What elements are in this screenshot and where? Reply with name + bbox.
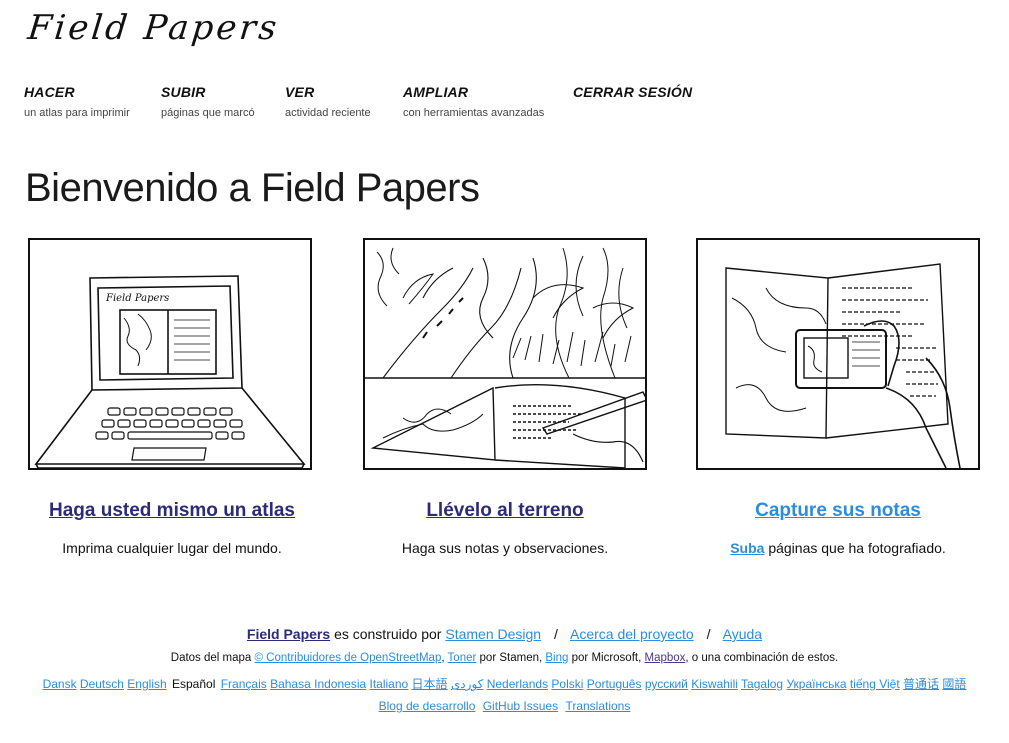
language-link[interactable]: 日本語 — [412, 677, 448, 691]
site-logo[interactable]: Field Papers — [26, 8, 281, 48]
stamen-design-link[interactable]: Stamen Design — [445, 626, 541, 642]
field-notes-illustration — [363, 238, 647, 470]
dev-blog-link[interactable]: Blog de desarrollo — [379, 699, 476, 713]
capture-notes-illustration — [696, 238, 980, 470]
take-to-field-link[interactable]: Llévelo al terreno — [345, 500, 665, 522]
nav-cerrar-sesion[interactable]: CERRAR SESIÓN — [573, 84, 692, 100]
make-atlas-link[interactable]: Haga usted mismo un atlas — [12, 500, 332, 522]
mapbox-link[interactable]: Mapbox — [645, 652, 686, 664]
footer-credits: Field Papers es construido por Stamen De… — [0, 626, 1009, 642]
footer-dev-links: Blog de desarrollo GitHub Issues Transla… — [0, 699, 1009, 713]
bing-link[interactable]: Bing — [545, 652, 568, 664]
language-link[interactable]: Français — [221, 677, 267, 691]
nav-cerrar-sesion-title: CERRAR SESIÓN — [573, 84, 693, 100]
about-link[interactable]: Acerca del proyecto — [570, 626, 694, 642]
capture-notes-desc-text: páginas que ha fotografiado. — [768, 540, 946, 556]
nav-ver-sub: actividad reciente — [285, 107, 371, 119]
footer-separator: / — [706, 626, 711, 642]
take-to-field-desc: Haga sus notas y observaciones. — [401, 540, 609, 556]
language-link[interactable]: русский — [645, 677, 688, 691]
language-link[interactable]: Italiano — [370, 677, 409, 691]
nav-hacer[interactable]: HACER un atlas para imprimir — [24, 84, 130, 119]
language-link[interactable]: Polski — [551, 677, 583, 691]
translations-link[interactable]: Translations — [565, 699, 630, 713]
language-link[interactable]: Tagalog — [741, 677, 783, 691]
nav-subir[interactable]: SUBIR páginas que marcó — [161, 84, 255, 119]
combination-text: , o una combinación de estos. — [685, 652, 839, 664]
comma-text: , — [441, 652, 445, 664]
language-link[interactable]: Dansk — [43, 677, 77, 691]
nav-subir-sub: páginas que marcó — [161, 107, 255, 119]
footer-separator: / — [553, 626, 558, 642]
by-stamen-text: por Stamen, — [479, 652, 543, 664]
language-current: Español — [172, 677, 216, 691]
by-microsoft-text: por Microsoft, — [571, 652, 642, 664]
github-issues-link[interactable]: GitHub Issues — [483, 699, 558, 713]
page-title: Bienvenido a Field Papers — [25, 166, 480, 210]
nav-ampliar-sub: con herramientas avanzadas — [403, 107, 545, 119]
footer-built-by-text: es construido por — [334, 626, 442, 642]
language-list: Dansk Deutsch English Español Français B… — [0, 675, 1009, 692]
toner-link[interactable]: Toner — [448, 652, 477, 664]
language-link[interactable]: English — [127, 677, 166, 691]
nav-ampliar-title: AMPLIAR — [403, 84, 469, 100]
language-link[interactable]: tiếng Việt — [850, 677, 900, 691]
language-link[interactable]: Українська — [786, 677, 846, 691]
make-atlas-desc: Imprima cualquier lugar del mundo. — [62, 540, 282, 556]
language-link[interactable]: Kiswahili — [691, 677, 738, 691]
osm-link[interactable]: © Contribuidores de OpenStreetMap — [255, 652, 442, 664]
nav-ver[interactable]: VER actividad reciente — [285, 84, 371, 119]
capture-notes-link[interactable]: Capture sus notas — [678, 500, 998, 522]
help-link[interactable]: Ayuda — [723, 626, 762, 642]
nav-subir-title: SUBIR — [161, 84, 206, 100]
nav-ampliar[interactable]: AMPLIAR con herramientas avanzadas — [403, 84, 544, 119]
language-link[interactable]: Deutsch — [80, 677, 124, 691]
footer-field-papers-link[interactable]: Field Papers — [247, 626, 330, 642]
language-link[interactable]: 普通话 — [903, 677, 939, 691]
language-link[interactable]: کوردی — [451, 677, 483, 691]
map-data-credits: Datos del mapa © Contribuidores de OpenS… — [0, 652, 1009, 664]
capture-notes-desc: Suba páginas que ha fotografiado. — [678, 540, 998, 556]
illustration-logo-text: Field Papers — [105, 293, 169, 304]
map-data-prefix: Datos del mapa — [170, 652, 252, 664]
language-link[interactable]: Bahasa Indonesia — [270, 677, 366, 691]
language-link[interactable]: Português — [587, 677, 642, 691]
nav-hacer-title: HACER — [24, 84, 75, 100]
language-link[interactable]: Nederlands — [487, 677, 548, 691]
laptop-illustration: Field Papers — [28, 238, 312, 470]
upload-link[interactable]: Suba — [730, 540, 764, 556]
nav-hacer-sub: un atlas para imprimir — [24, 107, 130, 119]
nav-ver-title: VER — [285, 84, 315, 100]
language-link[interactable]: 國語 — [942, 677, 966, 691]
